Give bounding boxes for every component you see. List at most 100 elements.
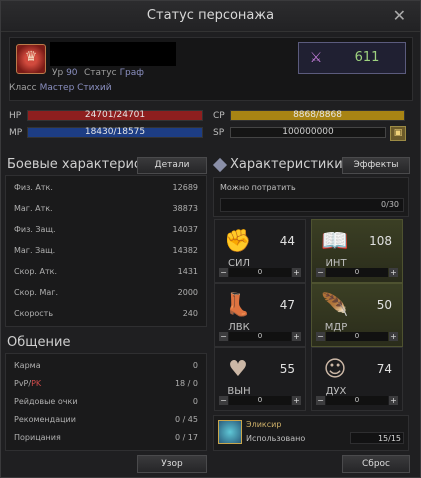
stat-label: Скор. Атк. <box>14 267 57 276</box>
minus-button[interactable]: − <box>316 268 325 277</box>
effects-button[interactable]: Эффекты <box>342 157 410 174</box>
mp-text: 18430/18575 <box>84 127 146 137</box>
minus-button[interactable]: − <box>316 332 325 341</box>
stat-card-men[interactable]: ☺ ДУХ 74 −0 + <box>311 347 403 411</box>
stat-value: 55 <box>279 362 295 376</box>
combat-panel: Физ. Атк. 12689 Маг. Атк. 38873 Физ. Защ. 1… <box>5 175 207 327</box>
combat-row: Скор. Маг. 2000 <box>6 283 206 303</box>
minus-button[interactable]: − <box>219 268 228 277</box>
stat-value: 47 <box>279 298 295 312</box>
minus-button[interactable]: − <box>316 396 325 405</box>
social-value: 0 <box>192 361 198 370</box>
social-label: Порицания <box>14 433 61 442</box>
elixir-value: 15/15 <box>350 432 404 444</box>
plus-button[interactable]: + <box>389 268 398 277</box>
social-label: Карма <box>14 361 41 370</box>
sp-text: 100000000 <box>282 127 334 137</box>
gear-score[interactable]: ⚔ 611 <box>298 42 406 74</box>
combat-row: Скор. Атк. 1431 <box>6 262 206 282</box>
social-row: Рекомендации 0 / 45 <box>6 410 206 430</box>
stat-card-str[interactable]: ✊ СИЛ 44 −0 + <box>214 219 306 283</box>
spend-label: Можно потратить <box>220 183 296 192</box>
level: Ур 90 <box>52 68 78 78</box>
plus-button[interactable]: + <box>292 396 301 405</box>
avatar: ♛ <box>16 44 46 74</box>
pk-label: PK <box>31 379 42 388</box>
stat-card-int[interactable]: 📖 ИНТ 108 −0 + <box>311 219 403 283</box>
stat-value: 14037 <box>172 225 198 234</box>
status-value: Граф <box>119 68 144 78</box>
sp-bar: 100000000 <box>230 127 386 138</box>
stat-value: 14382 <box>172 246 198 255</box>
stat-value: 2000 <box>177 288 198 297</box>
cp-text: 8868/8868 <box>293 110 342 120</box>
plus-button[interactable]: + <box>292 268 301 277</box>
spend-value: 0/30 <box>381 200 399 209</box>
status-label: Статус <box>84 68 117 78</box>
stat-value: 108 <box>369 234 392 248</box>
stat-label: Маг. Атк. <box>14 204 53 213</box>
stat-label: Физ. Защ. <box>14 225 56 234</box>
stat-input[interactable]: 0 <box>229 396 291 405</box>
diamond-icon <box>212 157 228 173</box>
cp-label: CP <box>213 111 225 121</box>
plus-button[interactable]: + <box>389 396 398 405</box>
stat-value: 44 <box>279 234 295 248</box>
vitals: HP 24701/24701 MP 18430/18575 CP 8868/88… <box>1 105 421 145</box>
stat-stepper: −0 + <box>219 268 301 278</box>
mp-bar: 18430/18575 <box>27 127 203 138</box>
social-value: 0 / 45 <box>174 415 198 424</box>
stat-input[interactable]: 0 <box>326 396 388 405</box>
minus-button[interactable]: − <box>219 396 228 405</box>
feather-icon: 🪶 <box>321 293 349 318</box>
stat-card-con[interactable]: ♥ ВЫН 55 −0 + <box>214 347 306 411</box>
social-row: PvP/PK 18 / 0 <box>6 374 206 394</box>
book-icon: 📖 <box>321 229 349 254</box>
social-row: Рейдовые очки 0 <box>6 392 206 412</box>
class-label: Класс <box>9 83 37 93</box>
plus-button[interactable]: + <box>389 332 398 341</box>
stat-input[interactable]: 0 <box>229 268 291 277</box>
level-label: Ур <box>52 68 64 78</box>
mask-icon: ☺ <box>323 357 347 382</box>
sp-shop-icon[interactable]: ▣ <box>390 126 406 141</box>
social-label: Рейдовые очки <box>14 397 78 406</box>
close-icon[interactable]: ✕ <box>393 6 406 25</box>
reset-button[interactable]: Сброс <box>342 455 410 473</box>
view-button[interactable]: Узор <box>137 455 207 473</box>
details-button[interactable]: Детали <box>137 157 207 174</box>
stat-input[interactable]: 0 <box>326 332 388 341</box>
stat-stepper: −0 + <box>219 396 301 406</box>
spend-field: 0/30 <box>220 198 404 212</box>
stat-card-wit[interactable]: 🪶 МДР 50 −0 + <box>311 283 403 347</box>
social-value: 0 <box>192 397 198 406</box>
combat-row: Маг. Защ. 14382 <box>6 241 206 261</box>
plus-button[interactable]: + <box>292 332 301 341</box>
stat-input[interactable]: 0 <box>229 332 291 341</box>
minus-button[interactable]: − <box>219 332 228 341</box>
combat-row: Скорость 240 <box>6 304 206 324</box>
character-status-window: Статус персонажа ✕ ♛ Ур 90 Статус Граф ⚔ … <box>0 0 421 478</box>
hp-label: HP <box>9 111 22 121</box>
stat-input[interactable]: 0 <box>326 268 388 277</box>
stat-label: Скор. Маг. <box>14 288 59 297</box>
fist-icon: ✊ <box>224 229 252 254</box>
elixir-used-label: Использовано <box>246 434 306 443</box>
stat-value: 240 <box>182 309 198 318</box>
mp-label: MP <box>9 128 23 138</box>
gear-score-value: 611 <box>354 50 380 65</box>
spend-panel: Можно потратить 0/30 <box>213 177 409 217</box>
elixir-panel: Эликсир Использовано 15/15 <box>213 415 409 451</box>
stat-value: 38873 <box>172 204 198 213</box>
stat-value: 12689 <box>172 183 198 192</box>
crown-icon: ♛ <box>24 49 38 65</box>
heart-icon: ♥ <box>228 357 248 382</box>
elixir-icon <box>218 420 242 444</box>
attributes-title: Характеристики <box>230 157 343 172</box>
stat-card-dex[interactable]: 👢 ЛВК 47 −0 + <box>214 283 306 347</box>
class-value: Мастер Стихий <box>39 83 112 93</box>
window-title: Статус персонажа <box>1 1 420 32</box>
cp-bar: 8868/8868 <box>230 110 405 121</box>
hp-text: 24701/24701 <box>84 110 146 120</box>
elixir-label: Эликсир <box>246 420 282 429</box>
